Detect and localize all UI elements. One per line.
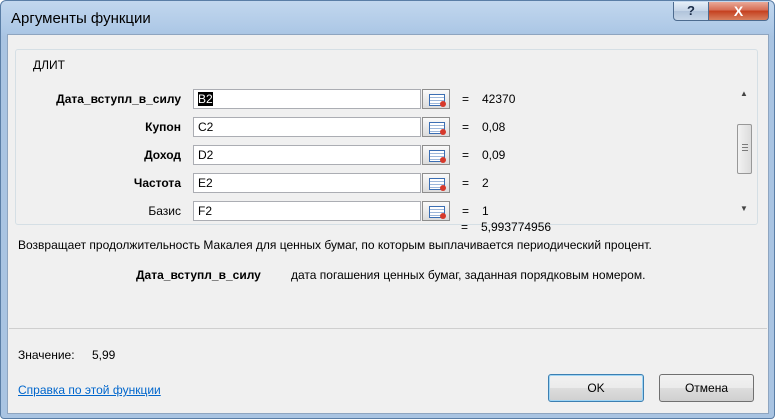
arg-input-frequency[interactable]: E2 <box>193 173 421 193</box>
arg-help-text: дата погашения ценных бумаг, заданная по… <box>291 268 646 282</box>
help-button[interactable]: ? <box>673 2 709 21</box>
equals-sign: = <box>461 220 469 234</box>
arg-label-basis: Базис <box>148 204 181 218</box>
arg-result-basis: 1 <box>482 204 489 218</box>
divider <box>9 328 767 329</box>
dialog-body: ДЛИТ Дата_вступл_в_силу B2 = 42370 Купон… <box>7 34 769 414</box>
grip-icon <box>742 144 748 152</box>
equals-sign: = <box>462 204 470 218</box>
arg-label-frequency: Частота <box>133 176 181 190</box>
equals-sign: = <box>462 176 470 190</box>
close-button[interactable]: X <box>708 2 769 21</box>
arg-result-coupon: 0,08 <box>482 120 506 134</box>
collapse-dialog-button-settlement[interactable] <box>422 89 450 109</box>
arg-input-coupon[interactable]: C2 <box>193 117 421 137</box>
collapse-dialog-button-coupon[interactable] <box>422 117 450 137</box>
formula-value-label: Значение: <box>18 348 75 362</box>
arg-result-yield: 0,09 <box>482 148 506 162</box>
arg-result-frequency: 2 <box>482 176 489 190</box>
scroll-up-arrow-icon[interactable]: ▲ <box>740 89 748 98</box>
equals-sign: = <box>462 120 470 134</box>
arg-result-settlement: 42370 <box>482 92 516 106</box>
arg-label-settlement: Дата_вступл_в_силу <box>56 92 181 106</box>
scrollbar-thumb[interactable] <box>737 124 752 174</box>
arg-input-basis[interactable]: F2 <box>193 201 421 221</box>
arg-label-coupon: Купон <box>145 120 181 134</box>
collapse-dialog-button-yield[interactable] <box>422 145 450 165</box>
dialog-title: Аргументы функции <box>11 10 151 27</box>
title-bar[interactable]: Аргументы функции ? X <box>1 1 774 35</box>
arg-input-settlement-value: B2 <box>198 92 213 106</box>
collapse-dialog-icon <box>429 178 446 191</box>
cancel-button[interactable]: Отмена <box>659 374 754 402</box>
ok-button[interactable]: OK <box>548 374 644 402</box>
equals-sign: = <box>462 148 470 162</box>
function-description: Возвращает продолжительность Макалея для… <box>18 238 652 252</box>
formula-value: 5,99 <box>92 348 116 362</box>
arg-input-yield[interactable]: D2 <box>193 145 421 165</box>
collapse-dialog-icon <box>429 150 446 163</box>
arg-help-name: Дата_вступл_в_силу <box>136 268 261 282</box>
collapse-dialog-button-frequency[interactable] <box>422 173 450 193</box>
function-arguments-dialog: Аргументы функции ? X ДЛИТ Дата_вступл_в… <box>0 0 775 419</box>
arg-input-settlement[interactable]: B2 <box>193 89 421 109</box>
collapse-dialog-icon <box>429 122 446 135</box>
arguments-scrollbar[interactable]: ▲ ▼ <box>736 86 753 218</box>
collapse-dialog-icon <box>429 206 446 219</box>
collapse-dialog-button-basis[interactable] <box>422 201 450 221</box>
function-result: 5,993774956 <box>481 220 552 234</box>
collapse-dialog-icon <box>429 94 446 107</box>
equals-sign: = <box>462 92 470 106</box>
function-arguments-group: ДЛИТ Дата_вступл_в_силу B2 = 42370 Купон… <box>15 49 758 225</box>
help-on-function-link[interactable]: Справка по этой функции <box>18 383 161 397</box>
function-name: ДЛИТ <box>30 58 68 72</box>
scroll-down-arrow-icon[interactable]: ▼ <box>740 204 748 213</box>
arg-label-yield: Доход <box>144 148 181 162</box>
